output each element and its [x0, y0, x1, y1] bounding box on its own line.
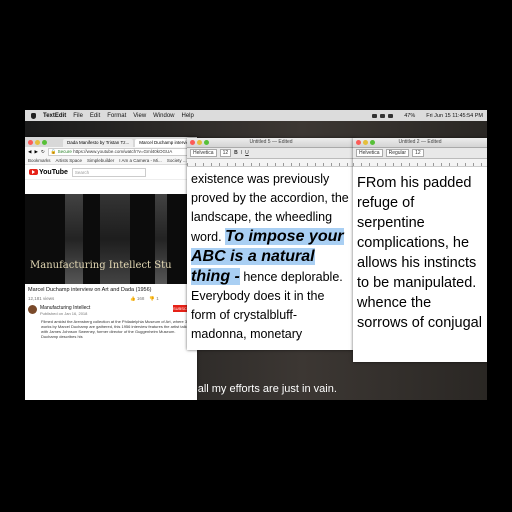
document-text-area[interactable]: existence was previously proved by the a…	[187, 167, 355, 347]
reload-icon[interactable]: ↻	[41, 149, 45, 155]
close-button[interactable]	[356, 140, 361, 145]
battery-percent: 47%	[404, 112, 416, 119]
close-button[interactable]	[28, 140, 33, 145]
search-input[interactable]: Search	[71, 167, 146, 177]
bookmark-item[interactable]: Bookmarks	[28, 158, 51, 163]
menu-extras: 47% Fri Jun 15 11:45:54 PM	[372, 110, 483, 121]
video-overlay-title: Manufacturing Intellect Stu	[30, 260, 172, 271]
menu-help[interactable]: Help	[182, 113, 194, 119]
back-icon[interactable]: ◀	[28, 149, 31, 155]
menu-window[interactable]: Window	[153, 113, 174, 119]
size-selector[interactable]: 12	[412, 149, 424, 157]
menu-clock[interactable]: Fri Jun 15 11:45:54 PM	[426, 113, 483, 119]
window-title: Untitled 2 — Edited	[398, 139, 442, 145]
font-selector[interactable]: Helvetica	[190, 149, 217, 157]
like-button[interactable]: 👍 168	[130, 296, 144, 302]
bookmark-item[interactable]: Simplebuilder	[87, 158, 114, 163]
window-controls	[356, 140, 375, 145]
menu-app-name[interactable]: TextEdit	[43, 113, 66, 119]
format-toolbar: Helvetica 12 B I U	[187, 148, 355, 159]
secure-label: Secure	[57, 148, 72, 154]
document-text-area[interactable]: FRom his padded refuge of serpentine com…	[353, 167, 487, 336]
channel-info: Manufacturing Intellect Published on Jan…	[28, 305, 90, 316]
menu-format[interactable]: Format	[107, 113, 126, 119]
window-controls	[28, 140, 47, 145]
video-description: Filmed amidst the Arensberg collection a…	[41, 319, 192, 339]
publish-date: Published on Jan 16, 2018	[40, 311, 88, 316]
youtube-logo[interactable]: YouTube	[29, 169, 68, 176]
format-toolbar: Helvetica Regular 12	[353, 148, 487, 159]
zoom-button[interactable]	[370, 140, 375, 145]
bold-icon[interactable]: B	[234, 150, 238, 156]
youtube-header: YouTube Search	[25, 165, 197, 180]
like-count: 168	[136, 296, 145, 301]
underline-icon[interactable]: U	[245, 150, 249, 156]
status-icons	[372, 113, 394, 118]
zoom-button[interactable]	[204, 140, 209, 145]
size-selector[interactable]: 12	[219, 149, 232, 157]
ruler[interactable]	[353, 159, 487, 167]
window-titlebar: Untitled 5 — Edited	[187, 138, 355, 148]
video-actions: 👍 168 👎 1	[130, 296, 159, 302]
apple-icon[interactable]	[31, 112, 36, 119]
font-selector[interactable]: Helvetica	[356, 149, 383, 157]
textedit-window-untitled-2: Untitled 2 — Edited Helvetica Regular 12…	[353, 138, 487, 362]
video-title: Marcel Duchamp interview on Art and Dada…	[28, 287, 152, 293]
desktop-screen: And all my efforts are just in vain. Tex…	[25, 110, 487, 400]
browser-window: Dada Manifesto by Tristan Tz... Marcel D…	[25, 137, 197, 400]
dislike-button[interactable]: 👎 1	[149, 296, 158, 302]
tab-dada-manifesto[interactable]: Dada Manifesto by Tristan Tz...	[63, 139, 134, 147]
menu-file[interactable]: File	[73, 113, 83, 119]
url-field[interactable]: 🔒 Secure https://www.youtube.com/watch?v…	[47, 147, 197, 156]
style-selector[interactable]: Regular	[385, 149, 410, 157]
document-text: FRom his padded refuge of serpentine com…	[357, 175, 482, 331]
browser-tabs: Dada Manifesto by Tristan Tz... Marcel D…	[25, 137, 197, 147]
minimize-button[interactable]	[363, 140, 368, 145]
textedit-window-untitled-5: Untitled 5 — Edited Helvetica 12 B I U e…	[187, 138, 355, 350]
zoom-button[interactable]	[42, 140, 47, 145]
window-title: Untitled 5 — Edited	[249, 139, 293, 145]
bookmark-item[interactable]: I Am a Camera - Mi...	[119, 158, 162, 163]
menu-bar: TextEdit File Edit Format View Window He…	[25, 110, 487, 121]
youtube-play-icon	[29, 169, 38, 175]
video-player[interactable]: Manufacturing Intellect Stu	[25, 194, 195, 284]
forward-icon[interactable]: ▶	[34, 149, 37, 155]
menu-edit[interactable]: Edit	[90, 113, 100, 119]
bookmarks-bar: Bookmarks Artists Space Simplebuilder I …	[25, 156, 197, 165]
dislike-count: 1	[156, 296, 159, 301]
italic-icon[interactable]: I	[241, 150, 242, 156]
window-controls	[190, 140, 209, 145]
window-titlebar: Untitled 2 — Edited	[353, 138, 487, 148]
bookmark-item[interactable]: Society ...	[167, 158, 187, 163]
view-count: 12,181 views	[28, 296, 55, 301]
ruler[interactable]	[187, 159, 355, 167]
volume-icon[interactable]	[380, 113, 386, 118]
bookmark-item[interactable]: Artists Space	[56, 158, 83, 163]
minimize-button[interactable]	[35, 140, 40, 145]
close-button[interactable]	[190, 140, 195, 145]
wifi-icon[interactable]	[372, 113, 378, 118]
battery-icon[interactable]	[388, 113, 394, 118]
minimize-button[interactable]	[197, 140, 202, 145]
avatar[interactable]	[28, 305, 37, 314]
menu-view[interactable]: View	[133, 113, 146, 119]
address-bar-row: ◀ ▶ ↻ 🔒 Secure https://www.youtube.com/w…	[25, 147, 197, 156]
lock-icon: 🔒	[50, 148, 57, 154]
url-text: https://www.youtube.com/watch?v=Gml40kOG…	[73, 148, 173, 154]
youtube-wordmark: YouTube	[39, 168, 68, 176]
